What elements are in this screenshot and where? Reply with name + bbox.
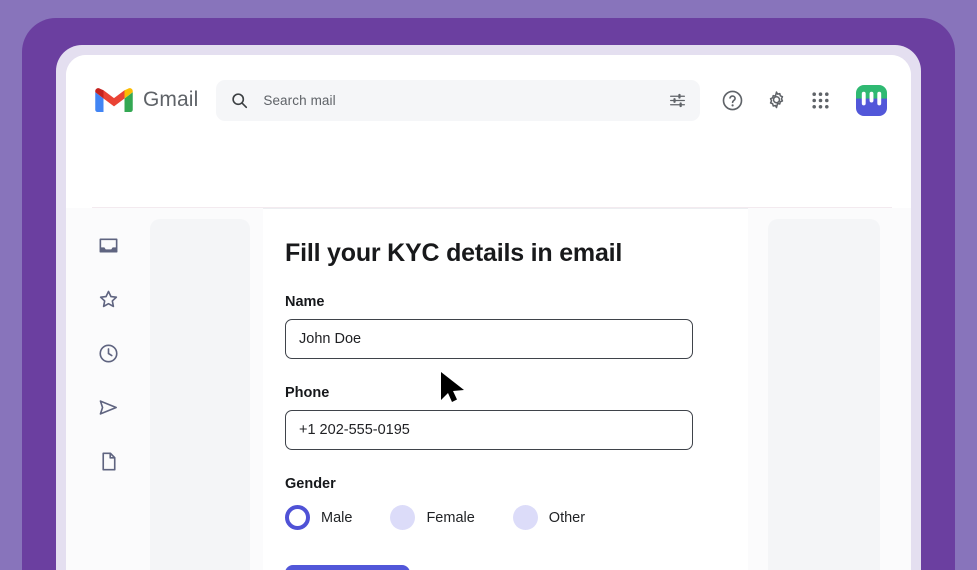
search-bar[interactable]: Search mail: [216, 79, 701, 121]
sidebar-item-inbox[interactable]: [95, 232, 121, 258]
sidebar-item-sent[interactable]: [95, 394, 121, 420]
send-icon: [99, 399, 117, 415]
sidebar-item-starred[interactable]: [95, 286, 121, 312]
phone-field-label: Phone: [285, 385, 330, 401]
radio-male-dot[interactable]: [285, 505, 310, 530]
search-input[interactable]: Search mail: [263, 93, 335, 108]
apps-button[interactable]: [808, 88, 833, 113]
next-button[interactable]: Next: [285, 565, 410, 570]
help-circle-icon: [723, 90, 743, 110]
gmail-m-logo: [95, 88, 133, 112]
sidebar-item-drafts[interactable]: [95, 448, 121, 474]
apps-grid-icon: [812, 91, 829, 109]
list-panel-right: [768, 219, 880, 570]
help-button[interactable]: [720, 88, 745, 113]
search-icon: [232, 92, 248, 108]
sidebar-rail: [66, 208, 150, 570]
app-switcher-logo[interactable]: [856, 84, 888, 116]
radio-female-dot[interactable]: [390, 505, 416, 530]
settings-button[interactable]: [764, 88, 789, 113]
radio-other-label: Other: [548, 509, 586, 526]
app-logo-green-purple: [856, 84, 888, 116]
radio-option-male[interactable]: Male: [285, 505, 390, 530]
radio-other-dot[interactable]: [512, 505, 538, 530]
radio-option-other[interactable]: Other: [512, 505, 623, 530]
gear-icon: [770, 90, 784, 108]
gmail-window: Gmail Search mail Fill your KYC details …: [66, 55, 911, 570]
radio-option-female[interactable]: Female: [390, 505, 512, 530]
radio-male-label: Male: [321, 509, 353, 526]
gmail-brand[interactable]: Gmail: [94, 85, 198, 115]
inbox-icon: [99, 237, 117, 253]
screenshot-stage: Gmail Search mail Fill your KYC details …: [0, 0, 977, 570]
document-icon: [101, 451, 116, 471]
sidebar-item-snoozed[interactable]: [95, 340, 121, 366]
clock-icon: [98, 343, 118, 363]
list-panel-left: [150, 219, 250, 570]
gmail-wordmark: Gmail: [143, 88, 199, 111]
gender-field-label: Gender: [285, 476, 336, 492]
page-title: Fill your KYC details in email: [285, 239, 623, 267]
gmail-header: Gmail Search mail: [66, 55, 911, 145]
kyc-form-card: Fill your KYC details in email Name John…: [263, 208, 748, 570]
tune-icon[interactable]: [669, 92, 686, 109]
phone-input[interactable]: +1 202-555-0195: [285, 410, 693, 450]
header-actions: [720, 84, 888, 116]
gmail-body: Fill your KYC details in email Name John…: [66, 208, 911, 570]
name-input[interactable]: John Doe: [285, 319, 693, 359]
radio-female-label: Female: [426, 509, 475, 526]
star-icon: [99, 290, 117, 307]
gender-radio-group: Male Female Other: [285, 505, 748, 530]
name-field-label: Name: [285, 294, 325, 310]
